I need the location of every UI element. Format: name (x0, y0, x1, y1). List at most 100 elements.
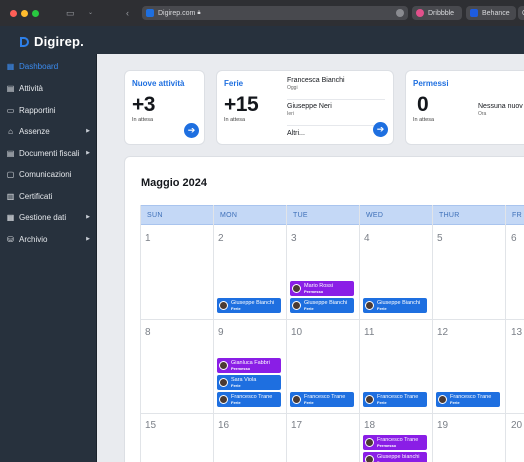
avatar (292, 301, 301, 310)
sidebar-item-gestione-dati[interactable]: ▦ Gestione dati ▶ (0, 206, 97, 228)
day-number[interactable]: 8 (145, 327, 151, 338)
ferie-row[interactable]: Francesca Bianchi Oggi (287, 77, 385, 100)
minimize-window-button[interactable] (21, 10, 28, 17)
home-icon: ⌂ (8, 126, 13, 136)
chevron-down-icon[interactable]: ⌄ (88, 8, 93, 18)
ferie-row[interactable]: Giuseppe Neri Ieri (287, 103, 385, 126)
day-number[interactable]: 16 (218, 420, 229, 431)
calendar-event[interactable]: Gianluca Fabbri Permesso (217, 358, 281, 373)
request-when: Ieri (287, 111, 294, 117)
day-number[interactable]: 6 (511, 233, 517, 244)
sidebar-item-comunicazioni[interactable]: ▢ Comunicazioni (0, 163, 97, 185)
dribbble-icon (416, 9, 424, 17)
sidebar-item-rapportini[interactable]: ▭ Rapportini (0, 99, 97, 121)
archive-icon: ⛁ (7, 234, 14, 244)
day-number[interactable]: 20 (511, 420, 522, 431)
weekday-label: FR (512, 212, 522, 219)
calendar-event[interactable]: Giuseppe Bianchi Ferie (363, 298, 427, 313)
sidebar-item-label: Archivio (19, 234, 48, 244)
sidebar-item-label: Rapportini (19, 105, 56, 115)
avatar (365, 395, 374, 404)
close-window-button[interactable] (10, 10, 17, 17)
sidebar-item-dashboard[interactable]: ▦ Dashboard (0, 55, 97, 77)
main-content: Nuove attività +3 In attesa ➔ Ferie +15 … (97, 54, 524, 462)
day-number[interactable]: 13 (511, 327, 522, 338)
sidebar-item-documenti-fiscali[interactable]: ▤ Documenti fiscali ▶ (0, 142, 97, 164)
calendar-event[interactable]: Mario Rossi Permesso (290, 281, 354, 296)
calendar-event[interactable]: Francesco Trane Ferie (290, 392, 354, 407)
card-subtitle: In attesa (413, 117, 435, 123)
day-number[interactable]: 1 (145, 233, 151, 244)
event-kind: Ferie (304, 399, 314, 405)
weekday-label: TUE (293, 212, 308, 219)
weekday-label: SUN (147, 212, 163, 219)
app-root: ▭ ⌄ ‹ Digirep.com 🔒︎ Dribbble Behance G … (0, 0, 524, 462)
day-number[interactable]: 17 (291, 420, 302, 431)
calendar-event[interactable]: Sara Viola Ferie (217, 375, 281, 390)
avatar (219, 361, 228, 370)
day-number[interactable]: 12 (437, 327, 448, 338)
url-text: Digirep.com (158, 9, 196, 17)
sidebar: ▦ Dashboard ▤ Attività ▭ Rapportini ⌂ As… (0, 54, 97, 462)
tab-dribbble[interactable]: Dribbble (412, 6, 462, 20)
permessi-row: Nessuna nuov Ora (478, 103, 523, 117)
day-number[interactable]: 3 (291, 233, 297, 244)
event-kind: Permesso (304, 288, 324, 294)
day-number[interactable]: 4 (364, 233, 370, 244)
zoom-window-button[interactable] (32, 10, 39, 17)
calendar-event[interactable]: Francesco Trane Ferie (217, 392, 281, 407)
employee-name: Francesca Bianchi (287, 77, 345, 84)
day-number[interactable]: 18 (364, 420, 375, 431)
app-logo[interactable]: Digirep. (20, 34, 84, 49)
calendar-event[interactable]: Francesco Trane Permesso (363, 435, 427, 450)
calendar-month-title: Maggio 2024 (141, 177, 208, 189)
calendar-event[interactable]: Giuseppe Bianchi Ferie (217, 298, 281, 313)
tab-label: Dribbble (428, 9, 455, 17)
event-kind: Ferie (377, 305, 387, 311)
permessi-status: Nessuna nuov (478, 103, 523, 110)
day-number[interactable]: 10 (291, 327, 302, 338)
sidebar-item-certificati[interactable]: ▥ Certificati (0, 185, 97, 207)
request-when: Oggi (287, 85, 298, 91)
arrow-right-button[interactable]: ➔ (184, 123, 199, 138)
folder-icon: ▭ (6, 105, 15, 115)
day-number[interactable]: 5 (437, 233, 443, 244)
arrow-right-button[interactable]: ➔ (373, 122, 388, 137)
more-link[interactable]: Altri... (287, 130, 305, 137)
event-kind: Ferie (377, 399, 387, 405)
day-number[interactable]: 19 (437, 420, 448, 431)
sidebar-item-label: Documenti fiscali (19, 148, 80, 158)
card-count: 0 (417, 93, 429, 116)
calendar-event[interactable]: Francesco Trane Ferie (363, 392, 427, 407)
event-kind: Ferie (231, 399, 241, 405)
sidebar-item-label: Gestione dati (19, 212, 67, 222)
sidebar-item-archivio[interactable]: ⛁ Archivio ▶ (0, 228, 97, 250)
caret-right-icon: ▶ (86, 150, 90, 156)
card-title: Permessi (413, 79, 449, 88)
calendar-event[interactable]: Giuseppe bianchi Permesso (363, 452, 427, 462)
grid-line (505, 205, 506, 462)
tab-google[interactable]: G (518, 6, 524, 20)
day-number[interactable]: 2 (218, 233, 224, 244)
weekday-label: THUR (439, 212, 460, 219)
sidebar-toggle-icon[interactable]: ▭ (66, 8, 75, 18)
calendar-event[interactable]: Francesco Trane Ferie (436, 392, 500, 407)
day-number[interactable]: 15 (145, 420, 156, 431)
tab-behance[interactable]: Behance (466, 6, 516, 20)
calendar-weekday-header: SUN MON TUE WED THUR FR (140, 205, 524, 225)
address-bar[interactable]: Digirep.com 🔒︎ (142, 6, 408, 20)
event-kind: Ferie (304, 305, 314, 311)
sidebar-item-label: Dashboard (19, 61, 59, 71)
day-number[interactable]: 11 (364, 327, 374, 338)
calendar-event[interactable]: Giuseppe Bianchi Ferie (290, 298, 354, 313)
day-number[interactable]: 9 (218, 327, 224, 338)
sidebar-item-assenze[interactable]: ⌂ Assenze ▶ (0, 120, 97, 142)
sidebar-item-label: Assenze (19, 126, 50, 136)
back-icon[interactable]: ‹ (126, 8, 129, 18)
reload-icon[interactable] (396, 9, 404, 17)
app-header: Digirep. (0, 26, 524, 54)
sidebar-item-attivita[interactable]: ▤ Attività (0, 77, 97, 99)
tab-label: Behance (482, 9, 510, 17)
certificate-icon: ▥ (6, 191, 15, 201)
sidebar-item-label: Attività (19, 83, 44, 93)
